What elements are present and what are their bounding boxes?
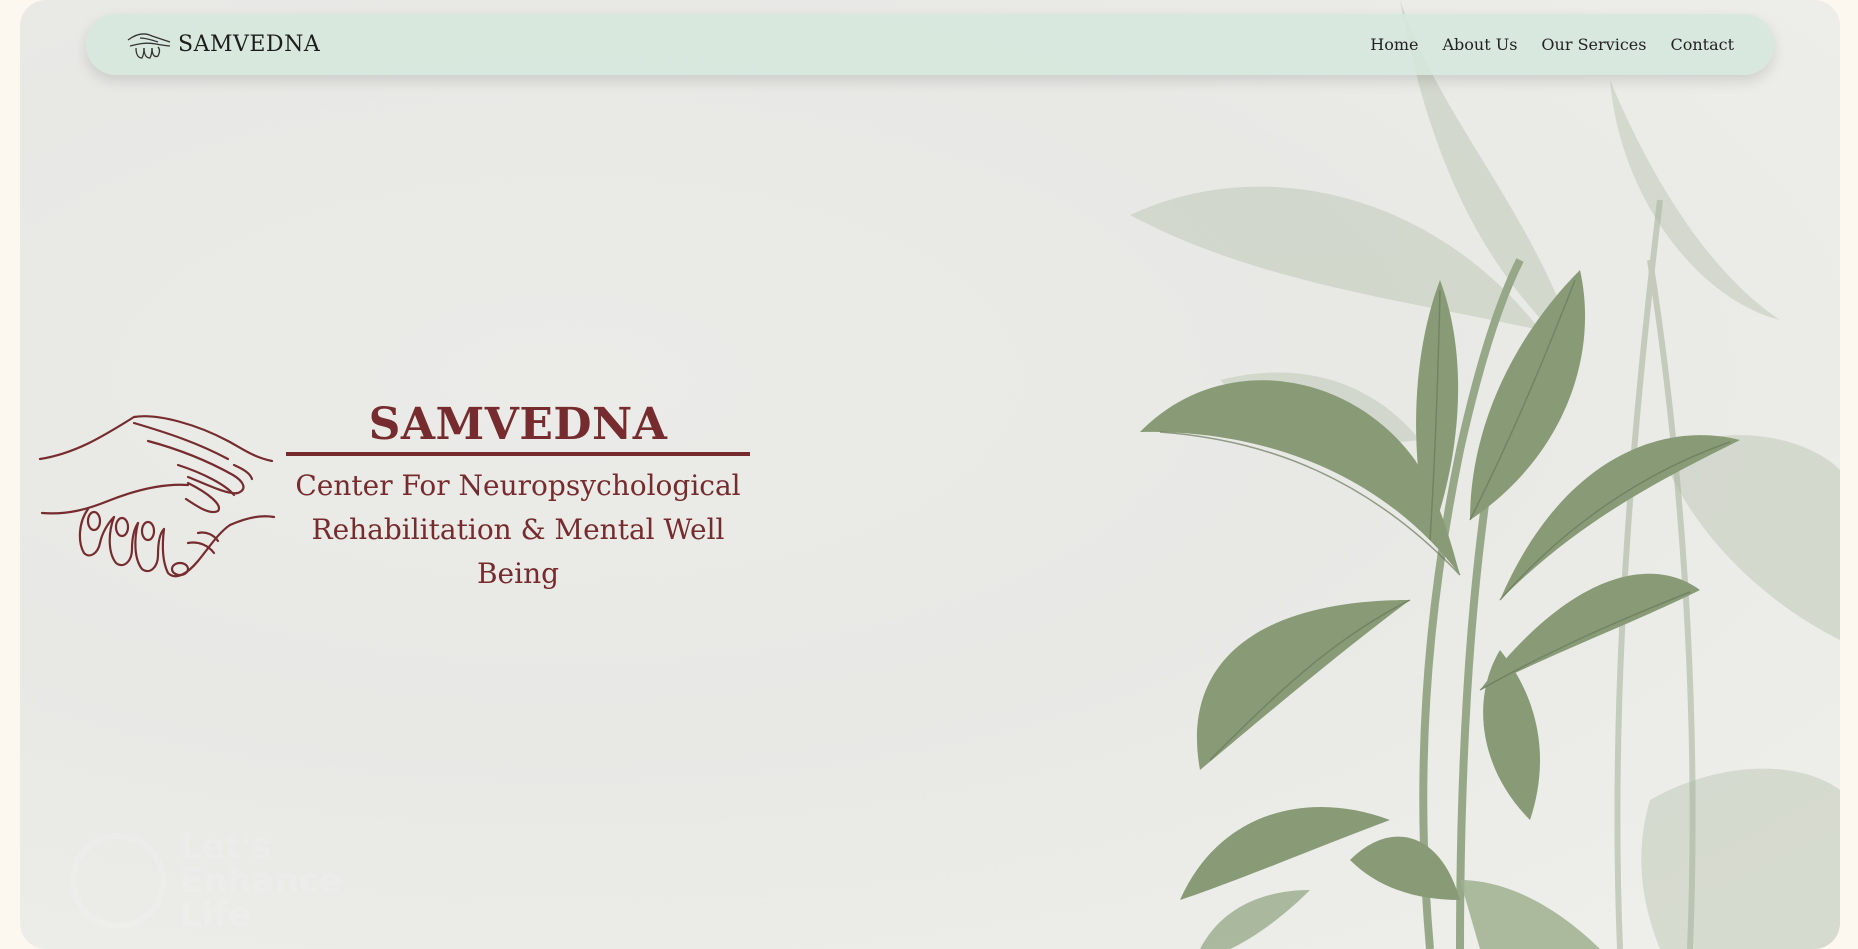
hero-text-block: SAMVEDNA Center For Neuropsychological R… bbox=[286, 400, 750, 596]
brand[interactable]: SAMVEDNA bbox=[126, 28, 320, 62]
watermark-line1: Let's bbox=[180, 827, 272, 867]
brand-name: SAMVEDNA bbox=[178, 32, 321, 57]
nav-services-link[interactable]: Our Services bbox=[1541, 35, 1646, 54]
watermark-line3: Life bbox=[180, 895, 252, 935]
nav-contact-link[interactable]: Contact bbox=[1670, 35, 1734, 54]
nav-home-link[interactable]: Home bbox=[1370, 35, 1418, 54]
hero-title: SAMVEDNA bbox=[286, 400, 750, 456]
top-navbar: SAMVEDNA Home About Us Our Services Cont… bbox=[86, 14, 1774, 75]
page-frame: SAMVEDNA Home About Us Our Services Cont… bbox=[20, 0, 1840, 949]
nav-links: Home About Us Our Services Contact bbox=[1370, 35, 1734, 54]
nav-about-link[interactable]: About Us bbox=[1442, 35, 1517, 54]
helping-hands-icon bbox=[38, 415, 276, 578]
watermark-circle-icon bbox=[70, 833, 166, 929]
faded-watermark: Let's Enhance Life bbox=[70, 830, 342, 932]
hero-subtitle-line2: Rehabilitation & Mental Well Being bbox=[311, 513, 725, 590]
watermark-line2: Enhance bbox=[180, 861, 342, 901]
hero-subtitle-line1: Center For Neuropsychological bbox=[295, 469, 741, 502]
hands-logo-icon bbox=[127, 32, 171, 59]
hero-section: SAMVEDNA Center For Neuropsychological R… bbox=[38, 400, 750, 596]
watermark-text: Let's Enhance Life bbox=[180, 830, 342, 932]
